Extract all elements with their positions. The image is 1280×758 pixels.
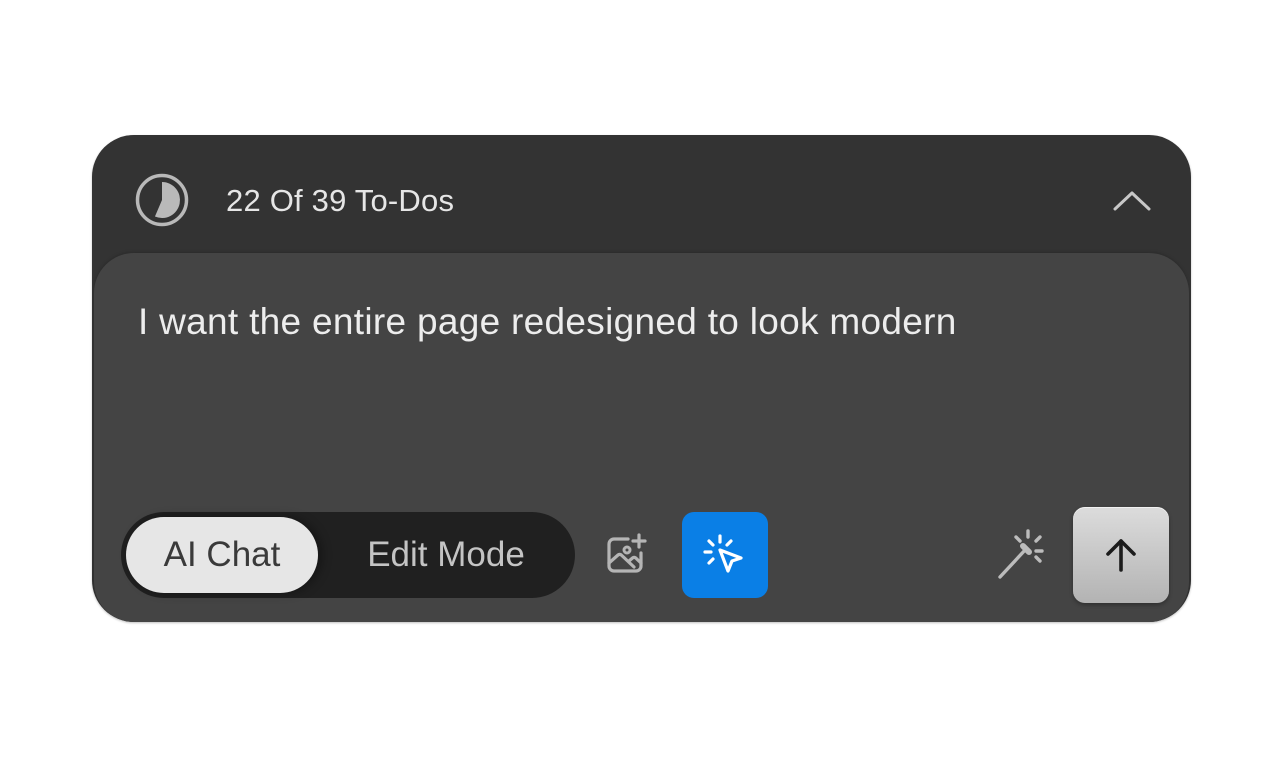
arrow-up-icon bbox=[1106, 539, 1136, 572]
chevron-up-icon[interactable] bbox=[1110, 185, 1154, 215]
agent-panel: 22 Of 39 To-Dos I want the entire page r… bbox=[92, 135, 1191, 622]
progress-pie-icon bbox=[135, 173, 189, 227]
todo-progress-label: 22 Of 39 To-Dos bbox=[226, 183, 455, 218]
cursor-click-icon bbox=[703, 534, 743, 573]
magic-wand-icon[interactable] bbox=[992, 527, 1048, 583]
prompt-input[interactable]: I want the entire page redesigned to loo… bbox=[138, 301, 957, 343]
send-button[interactable] bbox=[1073, 507, 1169, 603]
todo-progress-header[interactable]: 22 Of 39 To-Dos bbox=[92, 135, 1191, 255]
ai-chat-mode-button[interactable]: AI Chat bbox=[126, 517, 318, 593]
image-add-icon[interactable] bbox=[603, 532, 649, 578]
edit-mode-button[interactable]: Edit Mode bbox=[326, 517, 566, 593]
select-element-button[interactable] bbox=[682, 512, 768, 598]
composer[interactable]: I want the entire page redesigned to loo… bbox=[94, 253, 1189, 622]
mode-toggle[interactable]: AI Chat Edit Mode bbox=[121, 512, 575, 598]
